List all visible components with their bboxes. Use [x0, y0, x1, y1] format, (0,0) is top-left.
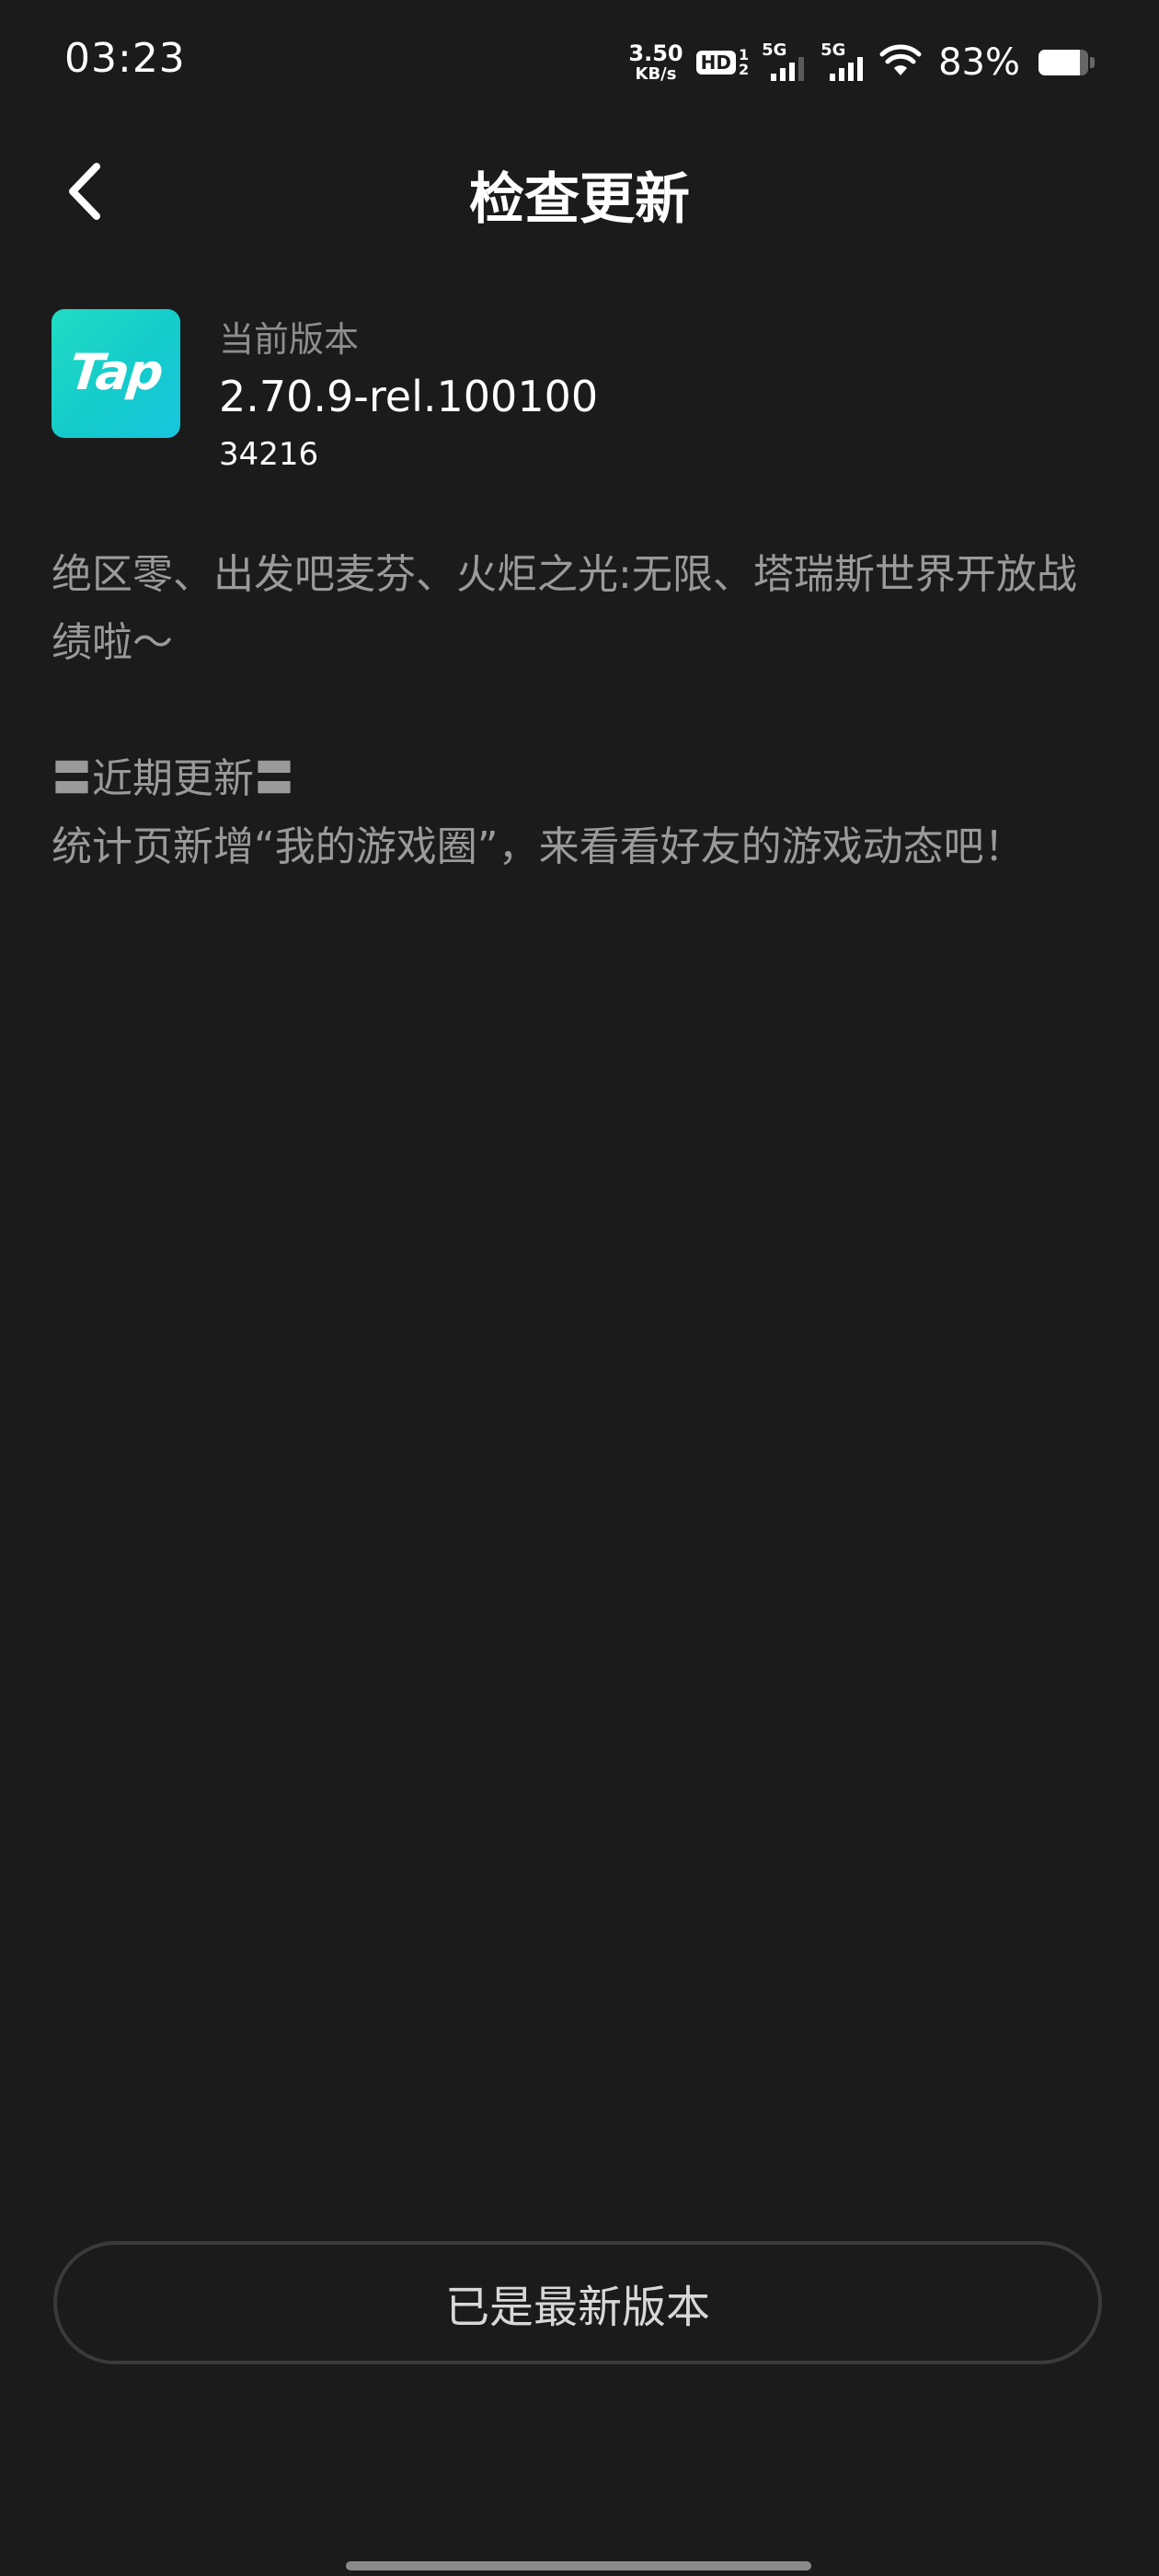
battery-icon	[1039, 50, 1095, 75]
status-icons: 3.50 KB/s HD 1 2 5G 5G 83%	[628, 37, 1095, 88]
status-bar: 03:23 3.50 KB/s HD 1 2 5G 5G 83%	[0, 0, 1159, 120]
chevron-left-icon	[63, 161, 104, 225]
current-version-label: 当前版本	[219, 319, 360, 360]
release-notes: 绝区零、出发吧麦芬、火炬之光:无限、塔瑞斯世界开放战绩啦～ 〓近期更新〓 统计页…	[52, 541, 1109, 881]
logo-text: Tap	[66, 342, 166, 401]
release-notes-paragraph: 绝区零、出发吧麦芬、火炬之光:无限、塔瑞斯世界开放战绩啦～	[52, 551, 1077, 666]
hd-sub-bottom: 2	[738, 61, 750, 78]
hd-voice-icon: HD 1 2	[695, 48, 749, 77]
status-time: 03:23	[64, 35, 186, 82]
sim2-signal-icon: 5G	[820, 42, 866, 83]
build-number: 34216	[219, 436, 319, 473]
page-title: 检查更新	[469, 167, 690, 232]
up-to-date-button[interactable]: 已是最新版本	[53, 2241, 1102, 2364]
battery-cap	[1090, 57, 1095, 68]
network-speed-value: 3.50	[628, 40, 683, 66]
battery-percent: 83%	[938, 41, 1020, 84]
network-speed: 3.50 KB/s	[628, 42, 683, 83]
battery-level	[1039, 50, 1088, 75]
version-number: 2.70.9-rel.100100	[219, 372, 599, 421]
wifi-icon	[879, 44, 922, 81]
sim1-signal-icon: 5G	[762, 42, 808, 83]
home-indicator[interactable]	[346, 2561, 811, 2570]
taptap-logo: Tap	[52, 309, 180, 438]
network-speed-unit: KB/s	[635, 64, 677, 84]
hd-sim-numbers: 1 2	[739, 48, 749, 77]
release-notes-paragraph: 统计页新增“我的游戏圈”，来看看好友的游戏动态吧！	[52, 823, 1025, 870]
hd-label: HD	[695, 51, 736, 75]
back-button[interactable]	[52, 156, 116, 230]
release-notes-heading: 〓近期更新〓	[52, 755, 294, 802]
